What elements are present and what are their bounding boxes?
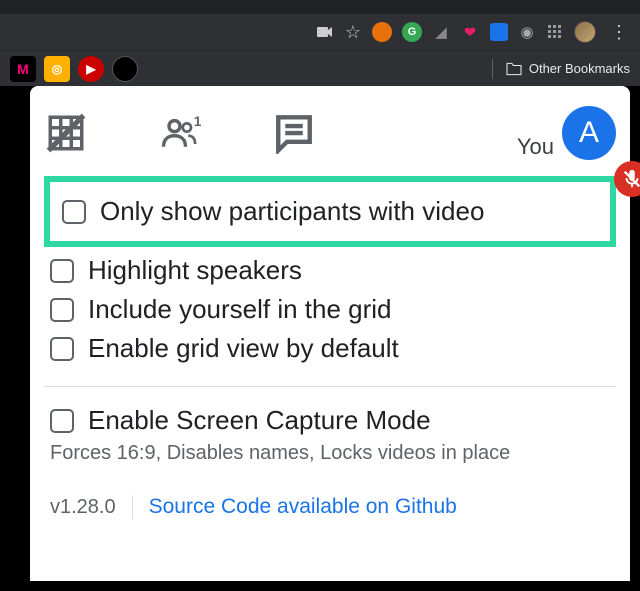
- checkbox-icon[interactable]: [50, 337, 74, 361]
- ext-icon-4[interactable]: [490, 23, 508, 41]
- bookmark-2[interactable]: ◎: [44, 56, 70, 82]
- checkbox-icon[interactable]: [50, 298, 74, 322]
- option-label: Include yourself in the grid: [88, 294, 392, 325]
- checkbox-icon[interactable]: [50, 409, 74, 433]
- ext-icon-1[interactable]: [372, 22, 392, 42]
- version-label: v1.28.0: [50, 496, 116, 519]
- other-bookmarks-button[interactable]: Other Bookmarks: [505, 61, 630, 76]
- panel-tabs: 1 You A: [30, 106, 630, 176]
- option-label: Enable Screen Capture Mode: [88, 405, 431, 436]
- chrome-tab-strip: [0, 0, 640, 14]
- extension-panel: 1 You A Only show par: [30, 86, 630, 581]
- grid-off-icon[interactable]: [44, 111, 88, 155]
- drive-icon[interactable]: ◢: [432, 23, 450, 41]
- folder-icon: [505, 62, 523, 76]
- chrome-menu-icon[interactable]: ⋮: [606, 22, 632, 43]
- divider: [44, 386, 616, 387]
- bookmark-4[interactable]: [112, 56, 138, 82]
- panel-footer: v1.28.0 Source Code available on Github: [30, 465, 630, 533]
- chrome-toolbar: ☆ G ◢ ❤ ◉ ⋮: [0, 14, 640, 50]
- chat-icon[interactable]: [272, 111, 316, 155]
- highlighted-option-box: Only show participants with video: [44, 176, 616, 247]
- bookmark-1[interactable]: M: [10, 56, 36, 82]
- bookmark-3[interactable]: ▶: [78, 56, 104, 82]
- apps-grid-icon[interactable]: [546, 23, 564, 41]
- ext-icon-5[interactable]: ◉: [518, 23, 536, 41]
- video-icon[interactable]: [316, 23, 334, 41]
- option-screen-capture[interactable]: Enable Screen Capture Mode: [44, 401, 616, 440]
- option-enable-default[interactable]: Enable grid view by default: [44, 329, 616, 368]
- option-highlight-speakers[interactable]: Highlight speakers: [44, 251, 616, 290]
- you-avatar[interactable]: A: [562, 106, 616, 160]
- checkbox-icon[interactable]: [62, 200, 86, 224]
- options-section: Only show participants with video Highli…: [30, 176, 630, 465]
- you-label: You: [517, 134, 554, 160]
- option-label: Highlight speakers: [88, 255, 302, 286]
- bookmarks-divider: [492, 59, 493, 79]
- bookmarks-bar: M ◎ ▶ Other Bookmarks: [0, 50, 640, 86]
- star-icon[interactable]: ☆: [344, 23, 362, 41]
- option-include-yourself[interactable]: Include yourself in the grid: [44, 290, 616, 329]
- you-block: You A: [517, 106, 616, 160]
- checkbox-icon[interactable]: [50, 259, 74, 283]
- you-initial: A: [579, 116, 599, 150]
- footer-divider: [132, 495, 133, 519]
- source-code-link[interactable]: Source Code available on Github: [149, 495, 457, 519]
- profile-avatar[interactable]: [574, 21, 596, 43]
- option-label: Only show participants with video: [100, 196, 484, 227]
- svg-text:1: 1: [194, 114, 202, 129]
- ext-icon-3[interactable]: ❤: [460, 22, 480, 42]
- ext-icon-2[interactable]: G: [402, 22, 422, 42]
- option-label: Enable grid view by default: [88, 333, 399, 364]
- people-icon[interactable]: 1: [158, 111, 202, 155]
- other-bookmarks-label: Other Bookmarks: [529, 61, 630, 76]
- screen-capture-subtext: Forces 16:9, Disables names, Locks video…: [44, 440, 616, 465]
- option-only-video[interactable]: Only show participants with video: [56, 192, 604, 231]
